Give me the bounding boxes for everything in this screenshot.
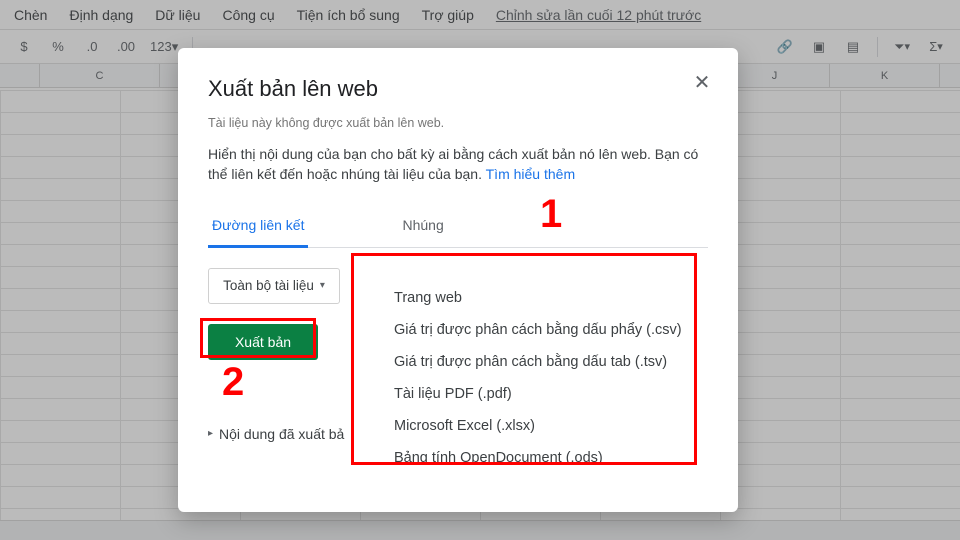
dialog-tabs: Đường liên kết Nhúng [208, 207, 708, 248]
dialog-title: Xuất bản lên web [208, 76, 708, 102]
format-option-webpage[interactable]: Trang web [394, 282, 690, 314]
format-option-pdf[interactable]: Tài liệu PDF (.pdf) [394, 378, 690, 410]
publish-button[interactable]: Xuất bản [208, 324, 318, 360]
triangle-right-icon: ▸ [208, 428, 213, 439]
format-option-tsv[interactable]: Giá trị được phân cách bằng dấu tab (.ts… [394, 346, 690, 378]
format-option-ods[interactable]: Bảng tính OpenDocument (.ods) [394, 442, 690, 474]
format-option-xlsx[interactable]: Microsoft Excel (.xlsx) [394, 410, 690, 442]
tab-embed[interactable]: Nhúng [398, 207, 447, 247]
learn-more-link[interactable]: Tìm hiểu thêm [486, 166, 575, 182]
export-format-list: Trang web Giá trị được phân cách bằng dấ… [372, 268, 708, 488]
format-option-csv[interactable]: Giá trị được phân cách bằng dấu phẩy (.c… [394, 314, 690, 346]
publish-to-web-dialog: Xuất bản lên web ✕ Tài liệu này không đư… [178, 48, 738, 512]
chevron-down-icon: ▾ [320, 280, 325, 291]
dialog-description: Hiển thị nội dung của bạn cho bất kỳ ai … [208, 144, 708, 185]
scope-dropdown[interactable]: Toàn bộ tài liệu ▾ [208, 268, 340, 304]
published-content-label: Nội dung đã xuất bả [219, 426, 344, 442]
dialog-subtitle: Tài liệu này không được xuất bản lên web… [208, 116, 708, 130]
tab-link[interactable]: Đường liên kết [208, 207, 308, 248]
close-button[interactable]: ✕ [688, 68, 716, 96]
published-content-toggle[interactable]: ▸ Nội dung đã xuất bả [208, 426, 350, 442]
scope-dropdown-label: Toàn bộ tài liệu [223, 278, 314, 293]
close-icon: ✕ [694, 72, 711, 94]
